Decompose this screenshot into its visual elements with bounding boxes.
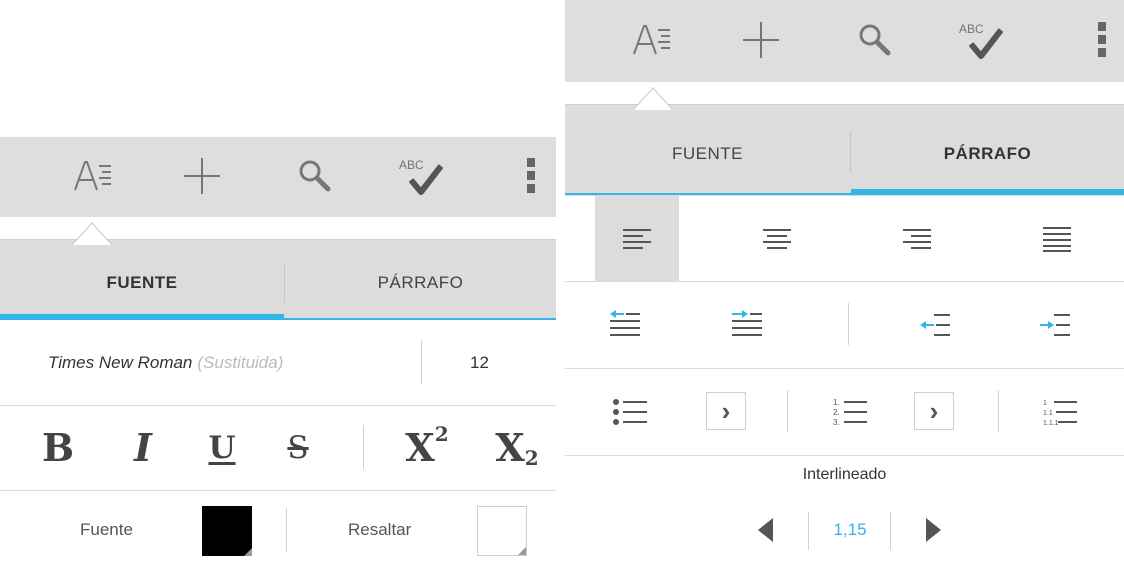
superscript-button[interactable]: X2 [392, 405, 462, 490]
indent-row [565, 281, 1124, 369]
font-color-swatch[interactable] [202, 506, 252, 556]
chevron-right-icon: › [721, 396, 731, 426]
font-color-label: Fuente [80, 520, 133, 539]
font-family-name: Times New Roman [48, 352, 193, 372]
paragraph-panel: ABC FUENTE PÁRRAFO › 1. 2. 3. › 1 1.1 1.… [565, 0, 1124, 564]
spellcheck-icon[interactable]: ABC [393, 137, 453, 215]
increase-indent-icon[interactable] [1025, 281, 1085, 368]
highlight-color-swatch[interactable] [477, 506, 527, 556]
popup-pointer [72, 222, 112, 245]
overflow-menu-icon[interactable] [1087, 0, 1117, 80]
highlight-label: Resaltar [348, 520, 412, 539]
triangle-left-icon [758, 518, 773, 542]
tab-bar: FUENTE PÁRRAFO [565, 112, 1124, 196]
search-icon[interactable] [290, 137, 340, 215]
font-substituted-note: (Sustituida) [197, 352, 284, 372]
font-row: Times New Roman (Sustituida) 12 [0, 320, 556, 406]
overflow-menu-icon[interactable] [516, 137, 546, 215]
bullet-list-icon[interactable] [605, 368, 655, 455]
tab-parrafo[interactable]: PÁRRAFO [851, 112, 1124, 196]
format-text-icon[interactable] [68, 137, 118, 215]
add-icon[interactable] [736, 0, 786, 80]
italic-button[interactable]: I [118, 405, 168, 490]
numbered-list-number: 1. [833, 398, 840, 407]
tab-parrafo[interactable]: PÁRRAFO [285, 245, 556, 320]
multilevel-list-icon[interactable]: 1 1.1 1.1.1 [1035, 368, 1085, 455]
align-left-icon[interactable] [595, 196, 679, 281]
list-row: › 1. 2. 3. › 1 1.1 1.1.1 [565, 368, 1124, 456]
subscript-exponent: 2 [524, 445, 539, 470]
font-panel: ABC FUENTE PÁRRAFO Times New Roman (Sust… [0, 137, 556, 564]
first-line-indent-icon[interactable] [717, 281, 777, 368]
popup-pointer [633, 87, 673, 110]
spellcheck-label: ABC [959, 22, 984, 36]
add-icon[interactable] [177, 137, 227, 215]
bullet-style-chevron[interactable]: › [706, 392, 746, 430]
superscript-exponent: 2 [434, 421, 449, 446]
numbered-list-icon[interactable]: 1. 2. 3. [825, 368, 875, 455]
superscript-base: X [405, 425, 435, 470]
spellcheck-icon[interactable]: ABC [953, 0, 1013, 80]
color-row: Fuente Resaltar [0, 490, 556, 564]
increase-spacing-button[interactable] [915, 512, 951, 548]
tab-fuente[interactable]: FUENTE [565, 112, 850, 196]
numbering-style-chevron[interactable]: › [914, 392, 954, 430]
toolbar: ABC [0, 137, 556, 215]
line-spacing-value[interactable]: 1,15 [810, 508, 890, 552]
document-strip [565, 80, 1124, 112]
triangle-right-icon [926, 518, 941, 542]
line-spacing-label: Interlineado [802, 466, 887, 483]
align-right-icon[interactable] [875, 196, 959, 281]
numbered-list-number: 3. [833, 418, 840, 427]
font-size-field[interactable]: 12 [470, 320, 489, 405]
multilevel-list-number: 1 [1043, 400, 1047, 407]
tab-indicator [851, 189, 1124, 195]
decrease-indent-icon[interactable] [905, 281, 965, 368]
document-strip [0, 215, 556, 247]
first-line-outdent-icon[interactable] [595, 281, 655, 368]
font-family-selector[interactable]: Times New Roman (Sustituida) [48, 320, 283, 405]
format-row: B I U S X2 X2 [0, 405, 556, 491]
multilevel-list-number: 1.1.1 [1043, 420, 1059, 427]
format-text-icon[interactable] [627, 0, 677, 80]
spellcheck-label: ABC [399, 158, 424, 172]
decrease-spacing-button[interactable] [748, 512, 784, 548]
tab-fuente[interactable]: FUENTE [0, 245, 284, 320]
underline-button[interactable]: U [197, 405, 247, 490]
numbered-list-number: 2. [833, 408, 840, 417]
align-justify-icon[interactable] [1015, 196, 1099, 281]
search-icon[interactable] [850, 0, 900, 80]
multilevel-list-number: 1.1 [1043, 410, 1053, 417]
toolbar: ABC [565, 0, 1124, 80]
strikethrough-button[interactable]: S [273, 405, 323, 490]
chevron-right-icon: › [929, 396, 939, 426]
align-center-icon[interactable] [735, 196, 819, 281]
alignment-row [565, 196, 1124, 282]
subscript-button[interactable]: X2 [482, 405, 552, 490]
tab-bar: FUENTE PÁRRAFO [0, 245, 556, 320]
bold-button[interactable]: B [33, 405, 83, 490]
subscript-base: X [495, 425, 525, 470]
